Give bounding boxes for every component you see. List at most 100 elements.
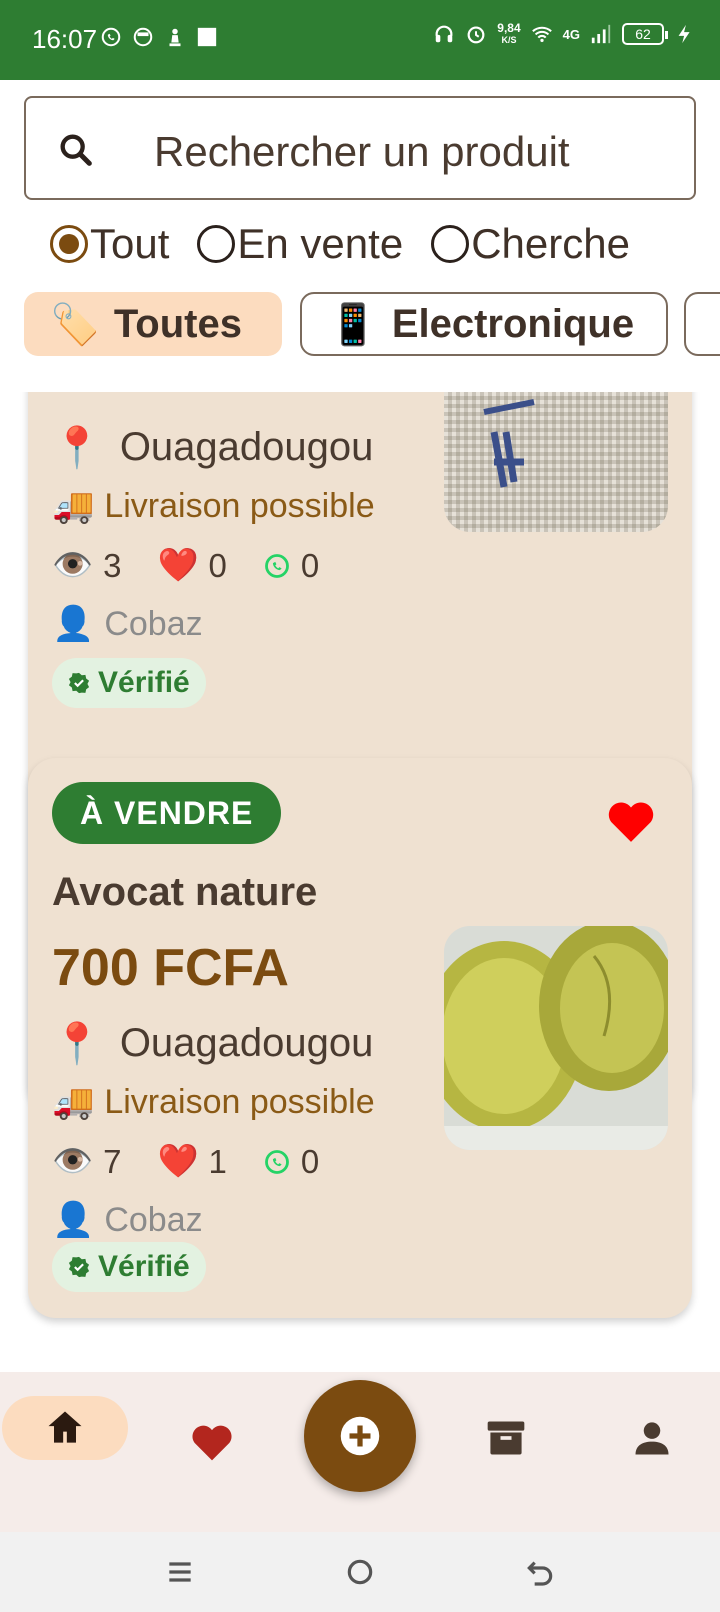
nav-home[interactable] (2, 1396, 128, 1460)
views-count: 7 (103, 1142, 122, 1180)
net-speed-value: 9,84 (497, 21, 521, 35)
whatsapp-icon (101, 27, 121, 47)
battery-indicator: 62 (622, 23, 668, 45)
tag-icon: 🏷️ (50, 302, 100, 347)
listing-card[interactable]: À VENDRE Avocat nature 700 FCFA 📍 Ouagad… (28, 758, 692, 1318)
menu-icon[interactable] (164, 1556, 196, 1588)
profile-icon[interactable] (630, 1416, 674, 1460)
radio-tout[interactable]: Tout (50, 220, 169, 268)
whatsapp-stat: 0 (263, 547, 319, 585)
verified-badge: Vérifié (52, 1242, 206, 1292)
alarm-icon (467, 26, 485, 44)
chip-toutes[interactable]: 🏷️ Toutes (24, 292, 282, 356)
location-text: Ouagadougou (119, 425, 374, 469)
whatsapp-count: 0 (300, 546, 320, 584)
search-input[interactable]: Rechercher un produit (24, 96, 696, 200)
delivery-text: Livraison possible (104, 1082, 375, 1121)
type-filter: Tout En vente Cherche (50, 216, 658, 272)
radio-label: Cherche (471, 220, 630, 267)
location-text: Ouagadougou (119, 1021, 374, 1065)
chip-electronique[interactable]: 📱 Electronique (300, 292, 668, 356)
listing-image[interactable] (444, 926, 668, 1150)
whatsapp-count: 0 (300, 1142, 320, 1180)
bottom-navigation (0, 1372, 720, 1532)
sale-badge: À VENDRE (52, 782, 282, 844)
truck-icon: 🚚 (52, 487, 95, 525)
system-navigation-bar (0, 1532, 720, 1612)
headphones-icon (435, 25, 453, 43)
charging-icon (678, 24, 690, 44)
truck-icon: 🚚 (52, 1083, 95, 1121)
likes-count: 0 (208, 546, 227, 584)
verified-check-icon (68, 1256, 90, 1278)
listing-stats: 👁️ 7 ❤️ 1 0 (52, 1142, 355, 1181)
user-icon: 👤 (52, 1201, 95, 1239)
seller-name: Cobaz (104, 604, 203, 643)
wifi-icon (531, 26, 552, 43)
views-stat: 👁️ 3 (52, 546, 121, 585)
add-listing-button[interactable] (304, 1380, 416, 1492)
heart-icon: ❤️ (157, 546, 199, 583)
listing-location: 📍 Ouagadougou (52, 1020, 373, 1067)
verified-badge: Vérifié (52, 658, 206, 708)
net-speed-unit: K/S (501, 35, 517, 45)
avocado-photo (444, 926, 668, 1150)
delivery-text: Livraison possible (104, 486, 375, 525)
chip-label: Electronique (391, 301, 635, 346)
pin-icon: 📍 (52, 1022, 102, 1066)
user-icon: 👤 (52, 605, 95, 643)
notification-icons (100, 26, 218, 48)
listing-delivery: 🚚 Livraison possible (52, 486, 375, 526)
chip-next-category[interactable] (684, 292, 720, 356)
eye-icon: 👁️ (52, 546, 94, 583)
listing-seller: 👤 Cobaz (52, 604, 203, 644)
signal-icon (591, 24, 611, 44)
fabric-photo (444, 392, 668, 532)
pin-icon: 📍 (52, 426, 102, 470)
verified-text: Vérifié (98, 1250, 190, 1283)
plus-circle-icon (340, 1416, 380, 1456)
chip-label: Toutes (113, 301, 242, 346)
square-icon (197, 27, 217, 47)
listing-title: Avocat nature (52, 870, 318, 914)
views-count: 3 (103, 546, 122, 584)
app-icon (133, 27, 153, 47)
phone-icon: 📱 (328, 302, 378, 347)
net-speed: 9,84 K/S (497, 22, 520, 46)
verified-text: Vérifié (98, 666, 190, 699)
likes-count: 1 (208, 1142, 227, 1180)
radio-label: En vente (237, 220, 404, 267)
status-bar: 16:07 9,84 K/S 4G 62 (0, 0, 720, 80)
listing-delivery: 🚚 Livraison possible (52, 1082, 375, 1122)
verified-check-icon (68, 672, 90, 694)
whatsapp-icon (265, 1149, 289, 1174)
chess-icon (169, 28, 181, 47)
home-circle-icon[interactable] (344, 1556, 376, 1588)
listing-feed[interactable]: 📍 Ouagadougou 🚚 Livraison possible 👁️ 3 … (0, 392, 720, 1372)
radio-unselected-icon (197, 225, 236, 263)
whatsapp-icon (265, 553, 289, 578)
status-time: 16:07 (32, 24, 98, 54)
radio-cherche[interactable]: Cherche (431, 220, 630, 268)
radio-en-vente[interactable]: En vente (197, 220, 403, 268)
back-icon[interactable] (524, 1556, 556, 1588)
favorites-heart-icon[interactable] (190, 1420, 234, 1464)
network-type: 4G (562, 26, 580, 42)
system-icons: 9,84 K/S 4G 62 (433, 22, 696, 46)
likes-stat: ❤️ 1 (157, 1142, 226, 1181)
archive-icon[interactable] (484, 1416, 528, 1460)
listing-location: 📍 Ouagadougou (52, 424, 373, 471)
views-stat: 👁️ 7 (52, 1142, 121, 1181)
category-chips: 🏷️ Toutes 📱 Electronique (24, 292, 720, 358)
listing-seller: 👤 Cobaz (52, 1200, 203, 1240)
listing-price: 700 FCFA (52, 939, 289, 997)
favorite-heart-icon[interactable] (606, 798, 656, 844)
radio-unselected-icon (431, 225, 470, 263)
whatsapp-stat: 0 (263, 1143, 319, 1181)
listing-stats: 👁️ 3 ❤️ 0 0 (52, 546, 355, 585)
search-placeholder: Rechercher un produit (154, 128, 570, 175)
search-icon (60, 134, 92, 166)
listing-image[interactable] (444, 392, 668, 532)
radio-selected-icon (50, 225, 88, 263)
eye-icon: 👁️ (52, 1142, 94, 1179)
